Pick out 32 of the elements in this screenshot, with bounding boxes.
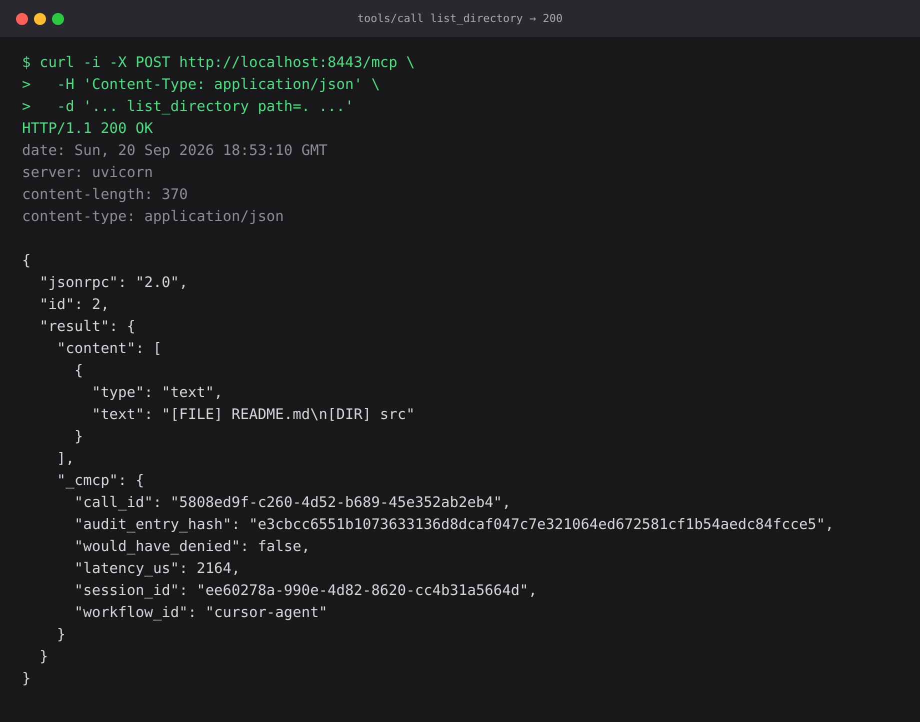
json-line: "content": [: [56, 340, 162, 359]
json-line: }: [22, 670, 31, 689]
close-icon[interactable]: [16, 12, 28, 24]
header-line: content-length: 370: [22, 186, 188, 205]
json-line: "audit_entry_hash": "e3cbcc6551b1073633136d8dcaf047c7e321064ed672581cf1b54aedc84fcce5",: [73, 516, 834, 535]
command-line: > -H 'Content-Type: application/json' \: [22, 76, 380, 95]
json-line: "jsonrpc": "2.0",: [38, 274, 188, 293]
json-line: {: [73, 362, 84, 381]
json-line: }: [73, 428, 84, 447]
json-line: "session_id": "ee60278a-990e-4d82-8620-cc4b31a5664d",: [73, 582, 538, 601]
json-line: "would_have_denied": false,: [73, 538, 310, 557]
json-line: ],: [56, 450, 74, 469]
json-line: "id": 2,: [38, 296, 110, 315]
window-title: tools/call list_directory → 200: [357, 12, 563, 25]
command-line: > -d '... list_directory path=. ...': [22, 98, 354, 117]
json-line: {: [22, 252, 31, 271]
header-line: server: uvicorn: [22, 164, 153, 183]
json-line: "type": "text",: [90, 384, 223, 403]
minimize-icon[interactable]: [34, 12, 46, 24]
json-line: }: [38, 648, 48, 667]
json-line: "result": {: [38, 318, 136, 337]
json-line: "call_id": "5808ed9f-c260-4d52-b689-45e352ab2eb4",: [73, 494, 511, 513]
header-line: content-type: application/json: [22, 208, 284, 227]
json-line: "text": "[FILE] README.md\n[DIR] src": [90, 406, 415, 425]
json-line: "latency_us": 2164,: [73, 560, 240, 579]
status-line: HTTP/1.1 200 OK: [22, 120, 153, 139]
json-line: "workflow_id": "cursor-agent": [73, 604, 328, 623]
maximize-icon[interactable]: [52, 12, 64, 24]
header-line: date: Sun, 20 Sep 2026 18:53:10 GMT: [22, 142, 328, 161]
command-line: $ curl -i -X POST http://localhost:8443/mcp \: [22, 54, 415, 73]
json-line: "_cmcp": {: [56, 472, 144, 491]
json-line: }: [56, 626, 66, 645]
